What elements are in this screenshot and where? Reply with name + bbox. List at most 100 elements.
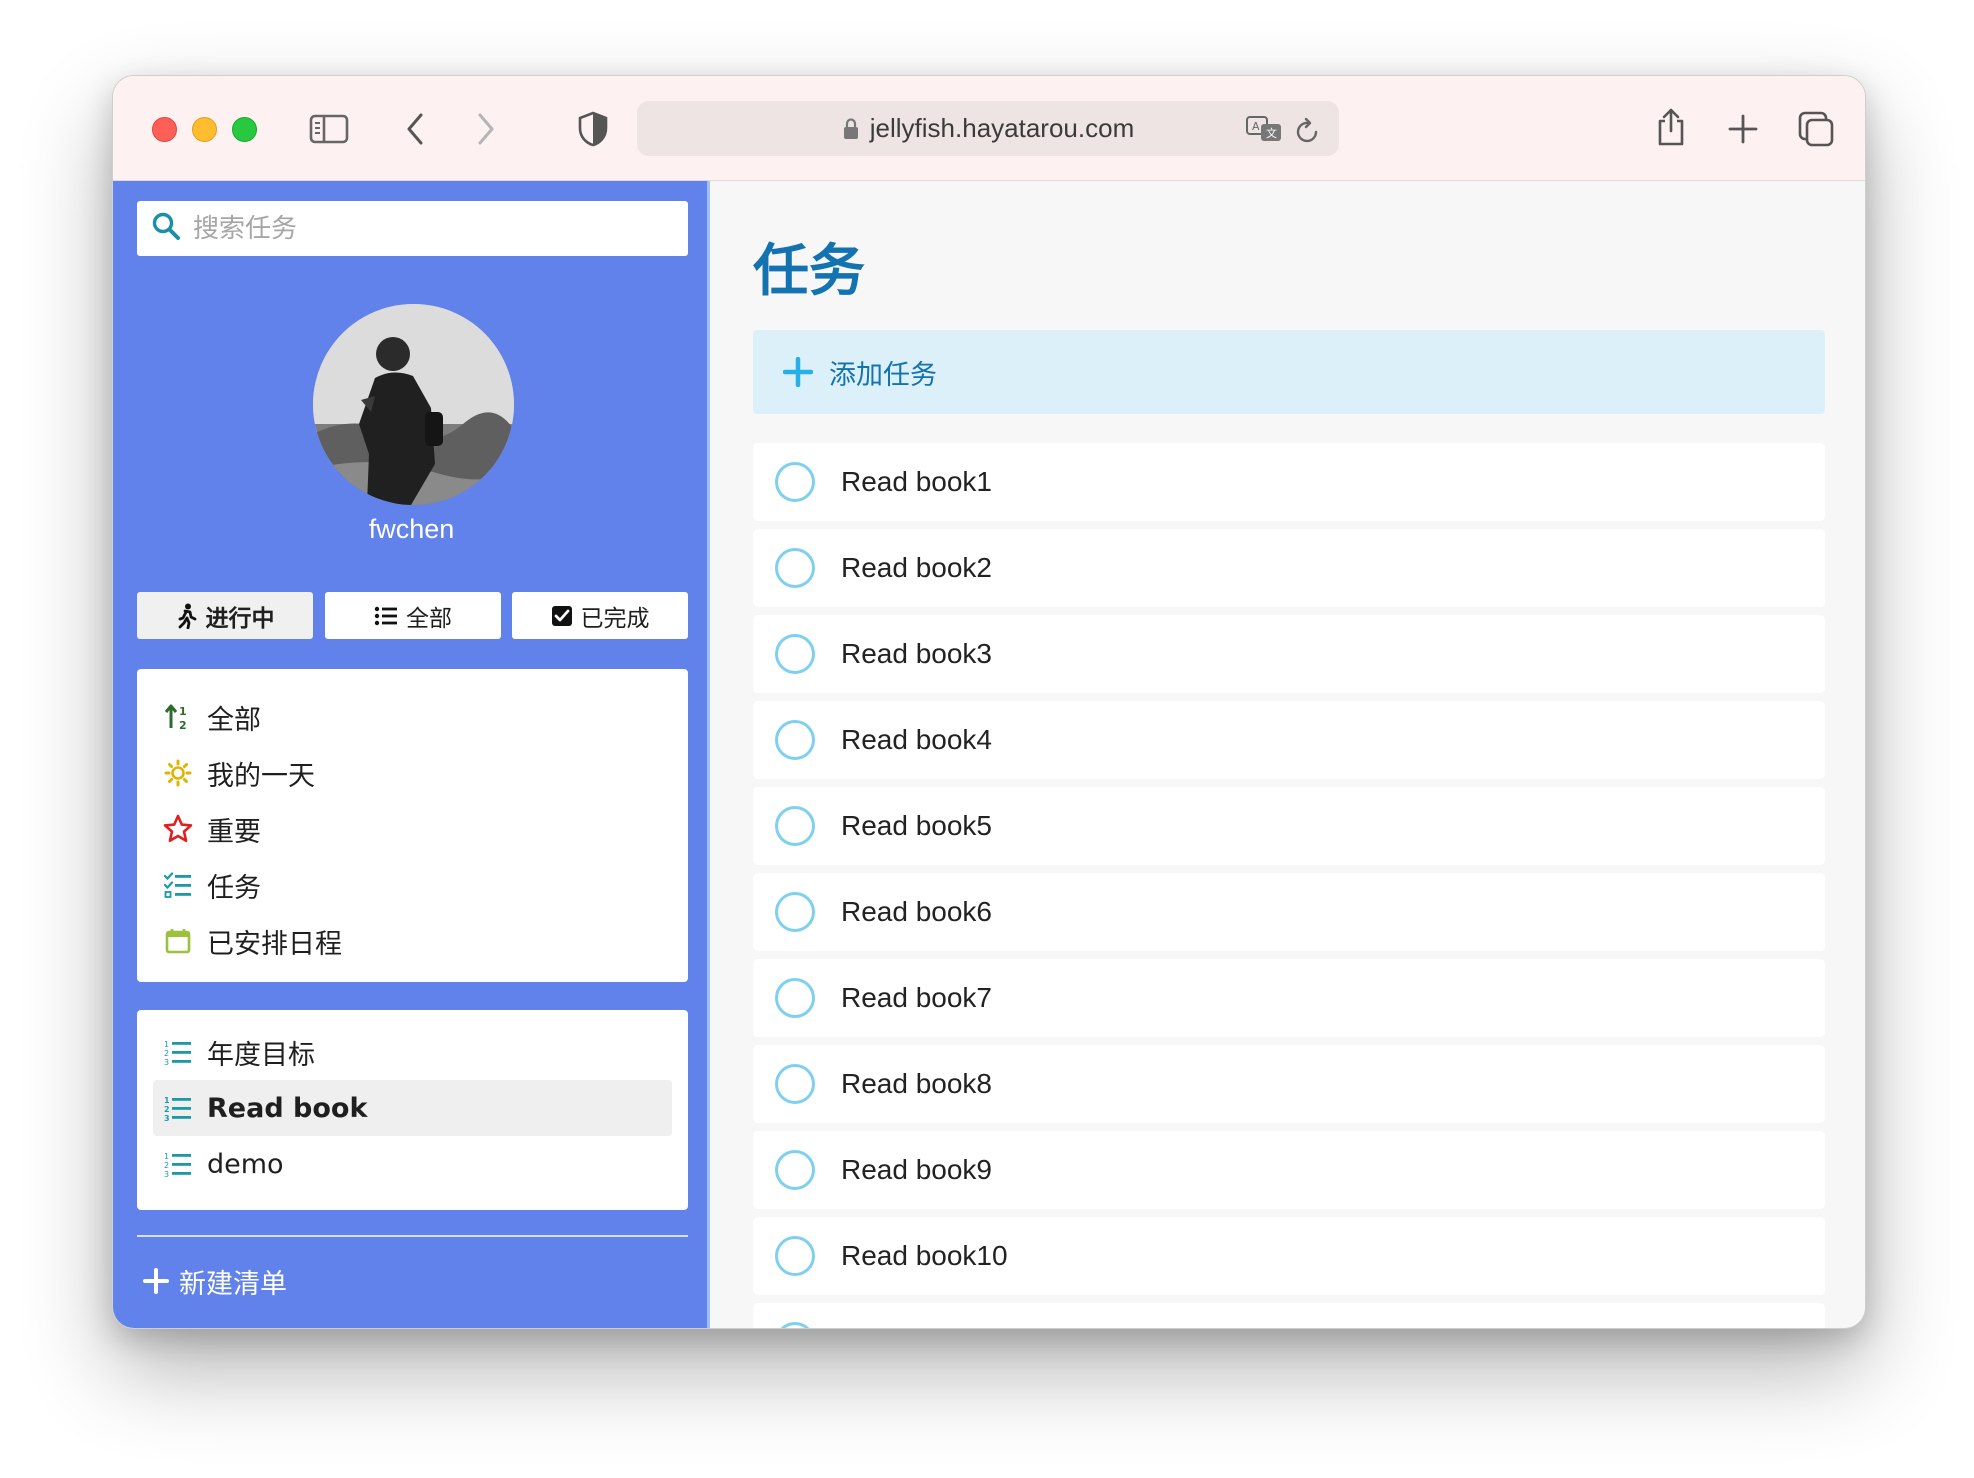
task-item[interactable]: Read book6	[753, 873, 1825, 951]
minimize-window-button[interactable]	[192, 117, 217, 142]
task-title: Read book1	[841, 466, 993, 497]
sidebar: fwchen 进行中 全部 已完成 12 全部	[113, 181, 710, 1328]
svg-text:1: 1	[164, 1040, 169, 1049]
avatar[interactable]	[313, 304, 514, 505]
filter-in-progress-button[interactable]: 进行中	[137, 592, 313, 639]
task-checkbox[interactable]	[775, 978, 815, 1018]
username: fwchen	[368, 514, 455, 544]
svg-text:2: 2	[179, 719, 187, 731]
svg-text:1: 1	[179, 705, 187, 718]
search-icon	[151, 211, 181, 246]
new-tab-icon[interactable]	[1723, 109, 1763, 149]
task-item-partial[interactable]	[753, 1303, 1825, 1328]
task-item[interactable]: Read book7	[753, 959, 1825, 1037]
calendar-icon	[163, 926, 193, 956]
svg-text:2: 2	[164, 1161, 169, 1170]
task-item[interactable]: Read book1	[753, 443, 1825, 521]
svg-text:A: A	[1252, 120, 1260, 133]
task-title: Read book2	[841, 552, 993, 583]
task-title: Read book5	[841, 810, 993, 841]
user-lists-card: 123 年度目标 123 Read book 123 demo	[137, 1010, 688, 1210]
task-checkbox[interactable]	[775, 634, 815, 674]
task-item[interactable]: Read book5	[753, 787, 1825, 865]
smart-lists-card: 12 全部 我的一天 重要 任务 已安排日程	[137, 669, 688, 982]
task-item[interactable]: Read book4	[753, 701, 1825, 779]
sun-icon	[163, 758, 193, 788]
status-filter-group: 进行中 全部 已完成	[137, 592, 688, 639]
task-title: Read book9	[841, 1154, 993, 1185]
lock-icon	[842, 117, 860, 140]
zoom-window-button[interactable]	[232, 117, 257, 142]
new-list-label: 新建清单	[179, 1268, 287, 1300]
ordered-list-icon: 123	[163, 1037, 193, 1067]
close-window-button[interactable]	[152, 117, 177, 142]
svg-text:3: 3	[164, 1114, 170, 1121]
page-title: 任务	[753, 239, 865, 304]
plus-icon	[143, 1268, 169, 1294]
list-item-read-book[interactable]: 123 Read book	[153, 1080, 672, 1136]
task-checkbox[interactable]	[775, 1236, 815, 1276]
nav-item-all[interactable]: 12 全部	[153, 689, 672, 745]
share-icon[interactable]	[1651, 104, 1691, 150]
nav-item-important[interactable]: 重要	[153, 801, 672, 857]
svg-text:2: 2	[164, 1105, 170, 1114]
task-checkbox[interactable]	[775, 548, 815, 588]
address-bar[interactable]: jellyfish.hayatarou.com A文	[637, 101, 1339, 156]
nav-item-label: 已安排日程	[207, 928, 342, 960]
browser-toolbar: jellyfish.hayatarou.com A文	[113, 76, 1865, 181]
task-title: Read book6	[841, 896, 993, 927]
translate-icon[interactable]: A文	[1245, 111, 1283, 147]
walking-icon	[178, 603, 196, 629]
svg-text:1: 1	[164, 1152, 169, 1161]
new-list-button[interactable]: 新建清单	[143, 1261, 287, 1301]
task-checkbox[interactable]	[775, 806, 815, 846]
filter-completed-button[interactable]: 已完成	[512, 592, 688, 639]
nav-item-tasks[interactable]: 任务	[153, 857, 672, 913]
forward-icon[interactable]	[466, 109, 506, 149]
task-checkbox[interactable]	[775, 892, 815, 932]
filter-label: 进行中	[205, 605, 275, 632]
nav-item-label: demo	[207, 1148, 284, 1180]
task-title: Read book7	[841, 982, 993, 1013]
back-icon[interactable]	[395, 109, 435, 149]
filter-label: 已完成	[580, 605, 650, 632]
task-title: Read book8	[841, 1068, 993, 1099]
task-title: Read book3	[841, 638, 993, 669]
task-item[interactable]: Read book9	[753, 1131, 1825, 1209]
nav-item-label: 重要	[207, 816, 261, 848]
task-checkbox[interactable]	[775, 1322, 815, 1328]
svg-text:3: 3	[164, 1170, 169, 1177]
list-item-annual-goals[interactable]: 123 年度目标	[153, 1024, 672, 1080]
reload-icon[interactable]	[1291, 113, 1325, 147]
tasks-icon	[163, 870, 193, 900]
task-item[interactable]: Read book8	[753, 1045, 1825, 1123]
task-item[interactable]: Read book10	[753, 1217, 1825, 1295]
nav-item-label: 我的一天	[207, 760, 315, 792]
tab-overview-icon[interactable]	[1795, 108, 1837, 150]
url-text: jellyfish.hayatarou.com	[869, 113, 1135, 143]
nav-item-scheduled[interactable]: 已安排日程	[153, 913, 672, 969]
star-icon	[163, 814, 193, 844]
sort-icon: 12	[163, 702, 193, 732]
sidebar-divider	[137, 1235, 688, 1237]
task-checkbox[interactable]	[775, 462, 815, 502]
svg-text:3: 3	[164, 1058, 169, 1065]
list-item-demo[interactable]: 123 demo	[153, 1136, 672, 1192]
sidebar-toggle-icon[interactable]	[309, 109, 349, 149]
task-checkbox[interactable]	[775, 1064, 815, 1104]
nav-item-my-day[interactable]: 我的一天	[153, 745, 672, 801]
search-box[interactable]	[137, 201, 688, 256]
task-checkbox[interactable]	[775, 720, 815, 760]
filter-all-button[interactable]: 全部	[325, 592, 501, 639]
search-input[interactable]	[191, 212, 661, 245]
plus-icon	[783, 357, 813, 387]
privacy-shield-icon[interactable]	[573, 109, 613, 149]
add-task-button[interactable]: 添加任务	[753, 330, 1825, 414]
task-item[interactable]: Read book3	[753, 615, 1825, 693]
browser-window: jellyfish.hayatarou.com A文 搜索任务 fwchen 进…	[112, 75, 1866, 1329]
task-checkbox[interactable]	[775, 1150, 815, 1190]
svg-text:1: 1	[164, 1096, 170, 1105]
checkbox-icon	[551, 605, 572, 626]
task-item[interactable]: Read book2	[753, 529, 1825, 607]
filter-label: 全部	[406, 605, 452, 632]
